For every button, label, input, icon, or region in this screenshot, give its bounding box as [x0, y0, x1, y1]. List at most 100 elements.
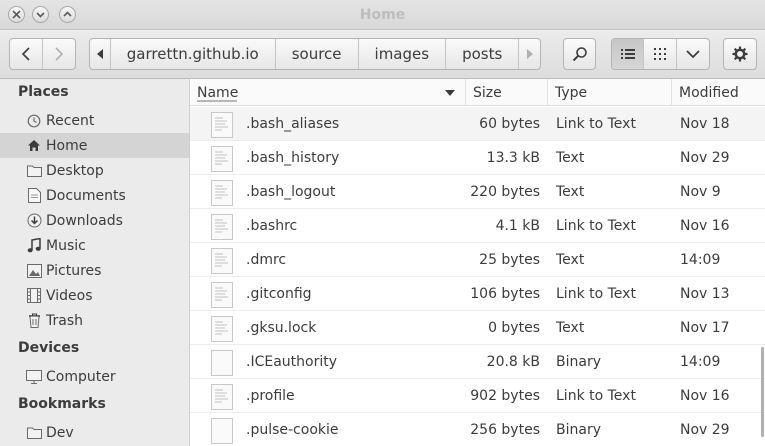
column-header-name[interactable]: Name	[190, 79, 466, 106]
sidebar-item-label: Recent	[46, 112, 95, 129]
file-list: Name Size Type Modified .bash_aliases 60 …	[190, 79, 765, 446]
sidebar-item-label: Desktop	[46, 162, 104, 179]
grid-view-icon	[654, 48, 667, 60]
breadcrumb-scroll-left[interactable]	[90, 39, 111, 69]
sidebar-item-label: Dev	[46, 424, 74, 441]
list-view-button[interactable]	[612, 39, 645, 69]
view-options-button[interactable]	[677, 39, 709, 69]
sidebar-item-pictures[interactable]: Pictures	[0, 258, 189, 283]
file-name: .profile	[246, 388, 295, 404]
title-bar: Home	[0, 0, 765, 30]
file-modified: Nov 29	[680, 422, 730, 438]
file-row[interactable]: .ICEauthority 20.8 kB Binary 14:09	[190, 345, 765, 379]
sidebar-item-label: Downloads	[46, 212, 123, 229]
file-name: .gitconfig	[246, 286, 312, 302]
file-size: 106 bytes	[470, 286, 540, 302]
file-modified: Nov 13	[680, 286, 730, 302]
file-name: .ICEauthority	[246, 354, 337, 370]
sidebar-item-label: Videos	[46, 287, 93, 304]
home-icon	[26, 138, 42, 154]
column-header-label: Size	[473, 84, 502, 101]
column-header-modified[interactable]: Modified	[672, 79, 765, 106]
sidebar-item-dev[interactable]: Dev	[0, 420, 189, 445]
file-row[interactable]: .bash_aliases 60 bytes Link to Text Nov 18	[190, 107, 765, 141]
forward-button[interactable]	[43, 39, 76, 69]
file-icon	[211, 418, 233, 444]
sidebar-item-home[interactable]: Home	[0, 133, 189, 158]
sidebar-item-documents[interactable]: Documents	[0, 183, 189, 208]
triangle-right-icon	[526, 49, 533, 59]
file-row[interactable]: .gksu.lock 0 bytes Text Nov 17	[190, 311, 765, 345]
folder-icon	[26, 163, 42, 179]
gear-icon	[732, 46, 748, 62]
breadcrumb: garrettn.github.io source images posts	[89, 38, 541, 70]
file-row[interactable]: .bashrc 4.1 kB Link to Text Nov 16	[190, 209, 765, 243]
sidebar-item-downloads[interactable]: Downloads	[0, 208, 189, 233]
vertical-scrollbar[interactable]	[761, 347, 764, 437]
computer-icon	[26, 369, 42, 385]
column-header: Name Size Type Modified	[190, 79, 765, 106]
file-name: .pulse-cookie	[246, 422, 339, 438]
file-modified: Nov 17	[680, 320, 730, 336]
grid-view-button[interactable]	[644, 39, 677, 69]
file-row[interactable]: .pulse-cookie 256 bytes Binary Nov 29	[190, 413, 765, 446]
file-size: 902 bytes	[470, 388, 540, 404]
triangle-left-icon	[96, 49, 103, 59]
file-modified: Nov 29	[680, 150, 730, 166]
file-modified: Nov 16	[680, 388, 730, 404]
sidebar-item-recent[interactable]: Recent	[0, 108, 189, 133]
file-type: Link to Text	[556, 286, 636, 302]
file-size: 4.1 kB	[495, 218, 540, 234]
search-button[interactable]	[563, 38, 596, 70]
file-type: Binary	[556, 354, 601, 370]
sidebar-item-label: Documents	[46, 187, 126, 204]
file-icon	[211, 180, 233, 206]
sidebar-item-label: Computer	[46, 368, 116, 385]
sidebar-item-videos[interactable]: Videos	[0, 283, 189, 308]
file-type: Binary	[556, 422, 601, 438]
back-button[interactable]	[10, 39, 43, 69]
column-header-size[interactable]: Size	[466, 79, 548, 106]
list-view-icon	[620, 49, 635, 59]
file-type: Link to Text	[556, 218, 636, 234]
videos-icon	[26, 288, 42, 304]
sidebar: Places Recent Home Desktop Documents Dow…	[0, 79, 190, 446]
chevron-right-icon	[55, 47, 63, 61]
view-switcher	[611, 38, 710, 70]
column-header-type[interactable]: Type	[548, 79, 672, 106]
sidebar-item-desktop[interactable]: Desktop	[0, 158, 189, 183]
column-header-label: Name	[197, 84, 239, 101]
file-icon	[211, 112, 233, 138]
sidebar-item-music[interactable]: Music	[0, 233, 189, 258]
sidebar-item-trash[interactable]: Trash	[0, 308, 189, 333]
search-icon	[572, 47, 587, 62]
file-row[interactable]: .bash_logout 220 bytes Text Nov 9	[190, 175, 765, 209]
breadcrumb-item[interactable]: garrettn.github.io	[111, 39, 276, 69]
file-icon	[211, 248, 233, 274]
breadcrumb-item[interactable]: images	[359, 39, 447, 69]
file-icon	[211, 214, 233, 240]
sort-descending-icon	[445, 90, 455, 96]
breadcrumb-item[interactable]: source	[276, 39, 359, 69]
file-row[interactable]: .dmrc 25 bytes Text 14:09	[190, 243, 765, 277]
sidebar-item-label: Home	[46, 137, 88, 154]
file-type: Link to Text	[556, 116, 636, 132]
file-row[interactable]: .profile 902 bytes Link to Text Nov 16	[190, 379, 765, 413]
file-row[interactable]: .gitconfig 106 bytes Link to Text Nov 13	[190, 277, 765, 311]
file-size: 0 bytes	[488, 320, 540, 336]
file-size: 13.3 kB	[486, 150, 540, 166]
file-name: .bashrc	[246, 218, 298, 234]
file-icon	[211, 146, 233, 172]
file-type: Text	[556, 150, 585, 166]
sidebar-item-computer[interactable]: Computer	[0, 364, 189, 389]
toolbar: garrettn.github.io source images posts	[0, 30, 765, 79]
breadcrumb-item[interactable]: posts	[446, 39, 520, 69]
breadcrumb-scroll-right[interactable]	[519, 39, 540, 69]
file-type: Link to Text	[556, 388, 636, 404]
folder-icon	[26, 425, 42, 441]
documents-icon	[26, 188, 42, 204]
file-icon	[211, 316, 233, 342]
menu-button[interactable]	[723, 38, 757, 70]
file-name: .bash_aliases	[246, 116, 340, 132]
file-row[interactable]: .bash_history 13.3 kB Text Nov 29	[190, 141, 765, 175]
